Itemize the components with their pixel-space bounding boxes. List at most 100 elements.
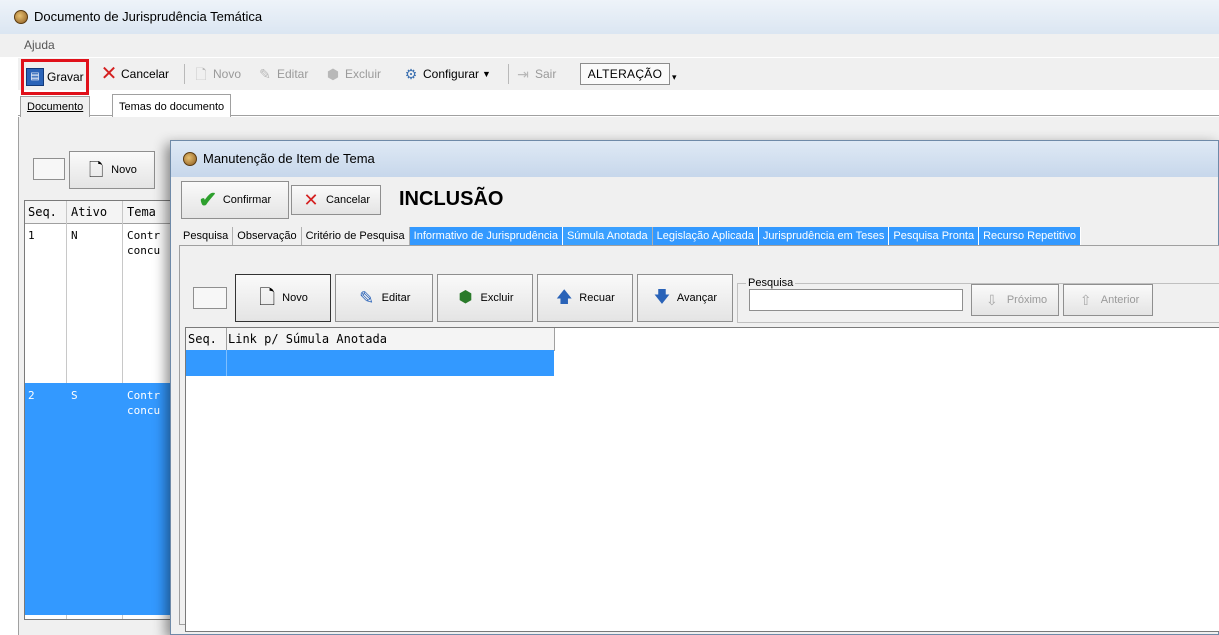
dialog-title-bar: Manutenção de Item de Tema bbox=[171, 141, 1218, 177]
panel-novo-label: Novo bbox=[111, 164, 137, 176]
row-tema: Contr bbox=[127, 229, 161, 242]
search-input[interactable] bbox=[749, 289, 963, 311]
row-seq: 1 bbox=[28, 229, 35, 242]
main-window-title: Documento de Jurisprudência Temática bbox=[34, 9, 263, 24]
configure-icon: ⚙ bbox=[404, 66, 418, 82]
grid-column-line bbox=[226, 350, 227, 376]
menu-ajuda[interactable]: Ajuda bbox=[24, 38, 55, 52]
exit-icon: ⇥ bbox=[517, 66, 529, 82]
row-ativo: N bbox=[71, 229, 78, 242]
sair-label: Sair bbox=[535, 67, 557, 81]
pesquisa-group-label: Pesquisa bbox=[748, 277, 794, 289]
tab-informativo-de-jurisprudencia[interactable]: Informativo de Jurisprudência bbox=[409, 227, 563, 245]
tab-documento[interactable]: Documento bbox=[20, 96, 91, 117]
dialog-editar-label: Editar bbox=[381, 292, 411, 304]
configurar-button[interactable]: ⚙ Configurar ▼ bbox=[402, 62, 491, 86]
avancar-button[interactable]: 🡇 Avançar bbox=[637, 274, 733, 322]
delete-icon: ⬢ bbox=[326, 66, 340, 82]
dialog-editar-button[interactable]: ✎ Editar bbox=[335, 274, 433, 322]
configurar-label: Configurar bbox=[423, 67, 480, 81]
novo-label: Novo bbox=[213, 67, 242, 81]
grid-header-row: Seq. Link p/ Súmula Anotada bbox=[186, 328, 555, 351]
confirmar-label: Confirmar bbox=[222, 194, 272, 206]
main-title-bar: Documento de Jurisprudência Temática bbox=[0, 0, 1219, 34]
anterior-label: Anterior bbox=[1100, 294, 1140, 306]
dialog-cancelar-button[interactable]: ✕ Cancelar bbox=[291, 185, 381, 215]
main-tabs: Documento Temas do documento bbox=[18, 94, 1219, 118]
arrow-down-icon: 🡇 bbox=[653, 289, 671, 306]
col-ativo-header: Ativo bbox=[71, 205, 108, 219]
delete-icon: ⬢ bbox=[458, 289, 473, 306]
record-indicator bbox=[33, 158, 65, 180]
tab-jurisprudencia-em-teses[interactable]: Jurisprudência em Teses bbox=[758, 227, 890, 245]
proximo-label: Próximo bbox=[1006, 294, 1048, 306]
anterior-button[interactable]: ⇧ Anterior bbox=[1063, 284, 1153, 316]
tab-criterio-de-pesquisa[interactable]: Critério de Pesquisa bbox=[302, 227, 410, 245]
dialog-novo-button[interactable]: 🗋 Novo bbox=[235, 274, 331, 322]
dialog-novo-label: Novo bbox=[282, 292, 308, 304]
tab-legislacao-aplicada[interactable]: Legislação Aplicada bbox=[652, 227, 759, 245]
dialog-excluir-button[interactable]: ⬢ Excluir bbox=[437, 274, 533, 322]
new-document-icon: 🗋 bbox=[195, 66, 207, 82]
gravar-label: Gravar bbox=[47, 70, 84, 84]
avancar-label: Avançar bbox=[676, 292, 718, 304]
table-row[interactable]: 1 N Contr concu bbox=[25, 223, 175, 383]
tab-sumula-anotada[interactable]: Súmula Anotada bbox=[562, 227, 653, 245]
tab-pesquisa[interactable]: Pesquisa bbox=[179, 227, 234, 245]
recuar-label: Recuar bbox=[579, 292, 615, 304]
editar-label: Editar bbox=[277, 67, 309, 81]
dialog-excluir-label: Excluir bbox=[480, 292, 514, 304]
toolbar-separator bbox=[184, 64, 185, 84]
close-icon: ✕ bbox=[100, 63, 118, 85]
excluir-button[interactable]: ⬢ Excluir bbox=[324, 62, 381, 86]
panel-novo-button[interactable]: 🗋 Novo bbox=[69, 151, 155, 189]
excluir-label: Excluir bbox=[345, 67, 382, 81]
app-icon bbox=[14, 10, 28, 24]
col-link-header: Link p/ Súmula Anotada bbox=[228, 332, 387, 346]
row-seq: 2 bbox=[28, 389, 35, 402]
save-icon: ▤ bbox=[26, 68, 44, 86]
arrow-up-icon: 🡅 bbox=[556, 289, 573, 306]
dialog-tabs: Pesquisa Observação Critério de Pesquisa… bbox=[179, 227, 1082, 245]
main-toolbar: ▤ Gravar ✕ Cancelar 🗋 Novo ✎ Editar ⬢ Ex… bbox=[18, 58, 1219, 95]
proximo-button[interactable]: ⇩ Próximo bbox=[971, 284, 1059, 316]
row-tema-cont: concu bbox=[127, 244, 161, 257]
dialog-cancelar-label: Cancelar bbox=[325, 194, 371, 206]
chevron-down-icon[interactable]: ▾ bbox=[672, 72, 677, 83]
dialog-mode-label: INCLUSÃO bbox=[399, 188, 504, 210]
sumula-grid[interactable]: Seq. Link p/ Súmula Anotada bbox=[185, 327, 1219, 632]
dropdown-arrow-icon: ▼ bbox=[482, 69, 491, 79]
col-tema-header: Tema bbox=[127, 205, 156, 219]
gravar-button[interactable]: ▤ Gravar bbox=[21, 59, 89, 95]
col-seq-header: Seq. bbox=[188, 332, 217, 346]
dialog-title: Manutenção de Item de Tema bbox=[203, 151, 375, 166]
temas-grid[interactable]: Seq. Ativo Tema 1 N Contr concu 2 S Cont… bbox=[24, 200, 176, 620]
table-row[interactable] bbox=[186, 350, 554, 376]
sair-button[interactable]: ⇥ Sair bbox=[514, 62, 556, 86]
menu-bar: Ajuda bbox=[0, 34, 1219, 57]
new-document-icon: 🗋 bbox=[259, 287, 276, 309]
checkmark-icon: ✔ bbox=[198, 187, 218, 212]
table-row[interactable]: 2 S Contr concu bbox=[25, 383, 175, 615]
arrow-down-icon: ⇩ bbox=[985, 292, 998, 308]
novo-button[interactable]: 🗋 Novo bbox=[192, 62, 241, 86]
close-icon: ✕ bbox=[303, 190, 319, 210]
grid-column-line bbox=[226, 328, 227, 350]
arrow-up-icon: ⇧ bbox=[1079, 292, 1092, 308]
grid-header-row: Seq. Ativo Tema bbox=[25, 201, 175, 224]
record-indicator bbox=[193, 287, 227, 309]
editar-button[interactable]: ✎ Editar bbox=[256, 62, 308, 86]
tab-observacao[interactable]: Observação bbox=[233, 227, 302, 245]
tab-temas-do-documento[interactable]: Temas do documento bbox=[112, 94, 232, 118]
edit-icon: ✎ bbox=[359, 288, 375, 308]
cancelar-button[interactable]: ✕ Cancelar bbox=[100, 62, 169, 86]
recuar-button[interactable]: 🡅 Recuar bbox=[537, 274, 633, 322]
confirmar-button[interactable]: ✔ Confirmar bbox=[181, 181, 289, 219]
row-tema: Contr bbox=[127, 389, 161, 402]
tab-pesquisa-pronta[interactable]: Pesquisa Pronta bbox=[889, 227, 980, 245]
row-tema-cont: concu bbox=[127, 404, 161, 417]
col-seq-header: Seq. bbox=[28, 205, 57, 219]
tab-recurso-repetitivo[interactable]: Recurso Repetitivo bbox=[979, 227, 1082, 245]
mode-indicator: ALTERAÇÃO bbox=[580, 63, 670, 85]
row-ativo: S bbox=[71, 389, 78, 402]
